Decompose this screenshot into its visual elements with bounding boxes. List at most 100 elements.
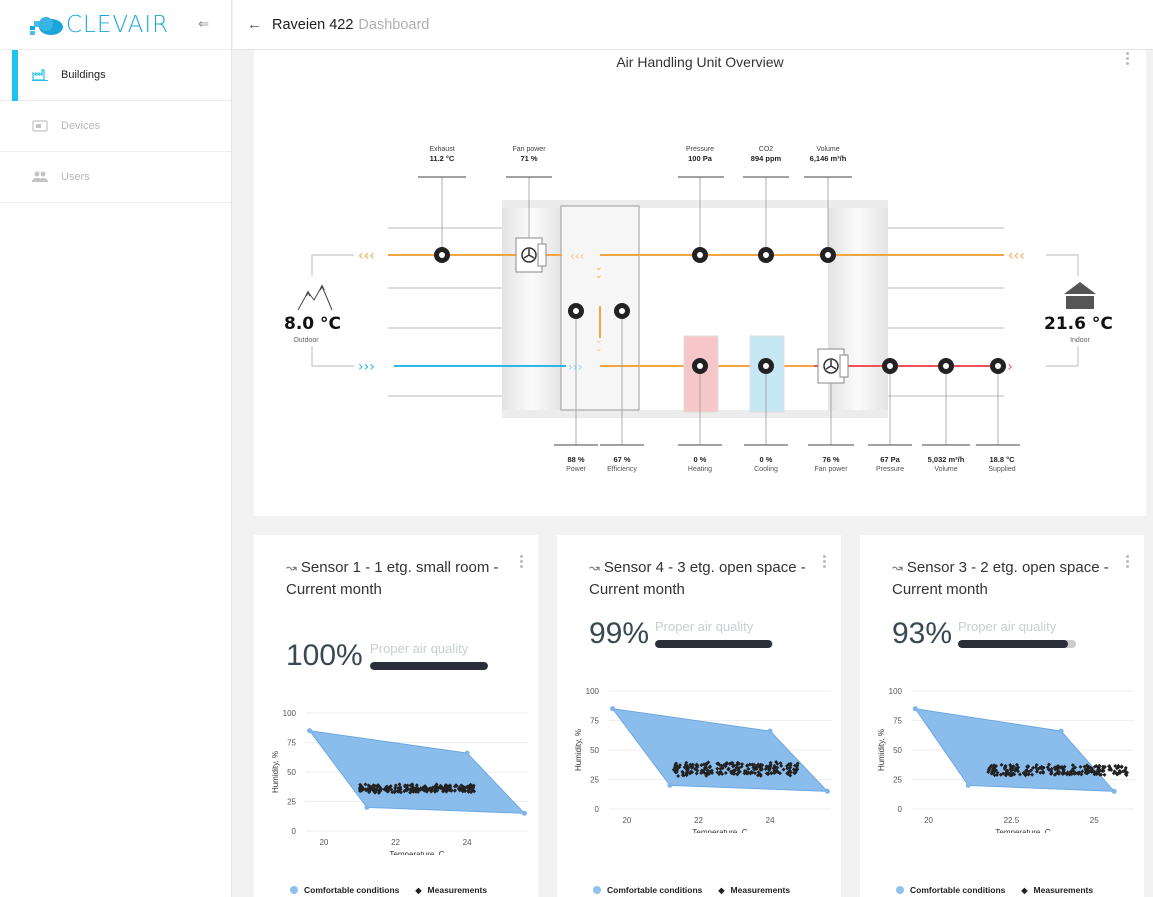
unit-casing-right <box>828 200 888 418</box>
comfort-zone-vertex <box>1111 788 1117 794</box>
exhaust-out-arrows: ‹‹‹ <box>358 248 375 264</box>
metric-label: Volume <box>816 146 840 153</box>
comfort-chart: 0 25 50 75 100 20 22.5 25 Temperature, C Humidity… <box>877 687 1134 833</box>
mountain-icon <box>297 284 333 311</box>
y-tick-label: 25 <box>893 776 902 785</box>
metric-value: 0 % <box>759 455 773 464</box>
metric-label: CO2 <box>758 146 774 153</box>
y-tick-label: 25 <box>287 798 296 807</box>
comfort-zone-vertex <box>965 782 971 788</box>
sensor-title-text: Sensor 4 - 3 etg. open space - Current m… <box>589 559 806 598</box>
sensor-menu-icon[interactable] <box>823 555 827 570</box>
trend-icon: ↝ <box>286 560 297 575</box>
collapse-sidebar-icon[interactable]: ⇐ <box>198 16 209 32</box>
metric-label: Fan power <box>512 146 546 153</box>
sidebar-item-buildings[interactable]: Buildings <box>0 50 231 101</box>
legend-comfort-label: Comfortable conditions <box>607 885 703 895</box>
outdoor-label: Outdoor <box>293 337 319 344</box>
x-tick-label: 22 <box>694 816 703 825</box>
sidebar-item-devices[interactable]: Devices <box>0 101 231 152</box>
ahu-diagram: ‹‹‹ ‹‹‹ ‹‹‹ ››› ››› ››› ⌄ ⌄ ⌄ ⌄ <box>297 176 1096 446</box>
comfort-zone-vertex <box>307 728 313 734</box>
metric-value: 71 % <box>520 154 538 163</box>
house-icon <box>1064 282 1096 309</box>
comfort-legend-marker <box>290 886 298 894</box>
metric-value: 894 ppm <box>750 154 782 163</box>
chart-legend: Comfortable conditions ◆ Measurements <box>593 885 790 895</box>
metric-value: 67 Pa <box>880 455 900 464</box>
x-tick-label: 22.5 <box>1004 816 1020 825</box>
comfort-zone-vertex <box>521 810 527 816</box>
indoor-label: Indoor <box>1070 337 1090 344</box>
metric-value: 76 % <box>822 455 840 464</box>
metric-label: Fan power <box>814 466 848 473</box>
y-axis-label: Humidity, % <box>877 729 886 771</box>
cooling-coil <box>749 335 785 413</box>
metric-value: 11.2 °C <box>429 154 455 163</box>
metric-volume-supply: 5,032 m³/h Volume <box>914 455 978 473</box>
brand: CLEVAIR ⇐ <box>0 0 231 50</box>
x-axis-label: Temperature, C <box>995 828 1050 833</box>
x-axis-label: Temperature, C <box>389 850 444 855</box>
quality-bar <box>958 640 1076 648</box>
y-tick-label: 100 <box>889 687 903 696</box>
outdoor-temp: 8.0 °C <box>284 314 342 334</box>
metric-cooling: 0 % Cooling <box>734 455 798 473</box>
chart-legend: Comfortable conditions ◆ Measurements <box>896 885 1093 895</box>
x-axis-label: Temperature, C <box>692 828 747 833</box>
intake-arrows: ››› <box>358 359 375 375</box>
cloud-logo-icon <box>30 16 63 35</box>
sidebar-item-users[interactable]: Users <box>0 152 231 203</box>
comfort-chart: 0 25 50 75 100 20 22 24 Temperature, C Humidity, … <box>271 709 528 855</box>
unit-casing-top <box>502 200 888 208</box>
brand-name: CLEVAIR <box>66 11 170 38</box>
quality-bar-fill <box>655 640 772 648</box>
comfort-legend-marker <box>896 886 904 894</box>
metric-pressure-supply: 67 Pa Pressure <box>858 455 922 473</box>
back-arrow-icon[interactable]: ← <box>247 16 262 33</box>
y-axis-label: Humidity, % <box>574 729 583 771</box>
exhaust-in-arrows: ‹‹‹ <box>1008 248 1025 264</box>
metric-value: 5,032 m³/h <box>927 455 965 464</box>
legend-measurements-label: Measurements <box>427 885 488 895</box>
sensor-card: ↝ Sensor 4 - 3 etg. open space - Current … <box>557 535 841 897</box>
measurements-legend-marker: ◆ <box>1021 885 1028 895</box>
factory-icon <box>31 68 49 82</box>
metric-label: Exhaust <box>429 146 455 153</box>
quality-label: Proper air quality <box>370 641 469 656</box>
sensor-title: ↝ Sensor 4 - 3 etg. open space - Current … <box>589 557 809 601</box>
metric-volume: Volume 6,146 m³/h <box>798 146 858 163</box>
sensor-title: ↝ Sensor 3 - 2 etg. open space - Current … <box>892 557 1112 601</box>
y-tick-label: 50 <box>893 746 902 755</box>
sensor-menu-icon[interactable] <box>1126 555 1130 570</box>
quality-bar <box>370 662 488 670</box>
heating-coil <box>683 335 719 413</box>
y-tick-label: 75 <box>893 717 902 726</box>
metric-value: 18.8 °C <box>989 455 1015 464</box>
page-title: Raveien 422 <box>272 16 354 33</box>
comfort-zone-vertex <box>767 728 773 734</box>
y-tick-label: 75 <box>590 717 599 726</box>
sensor-title-text: Sensor 3 - 2 etg. open space - Current m… <box>892 559 1109 598</box>
metric-label: Pressure <box>685 146 714 153</box>
y-tick-label: 75 <box>287 739 296 748</box>
x-tick-label: 25 <box>1090 816 1099 825</box>
chart-legend: Comfortable conditions ◆ Measurements <box>290 885 487 895</box>
y-tick-label: 0 <box>898 805 903 814</box>
x-tick-label: 22 <box>391 838 400 847</box>
x-tick-label: 24 <box>766 816 775 825</box>
y-tick-label: 50 <box>590 746 599 755</box>
x-tick-label: 20 <box>319 838 328 847</box>
sensor-title-text: Sensor 1 - 1 etg. small room - Current m… <box>286 559 499 598</box>
quality-bar-fill <box>370 662 488 670</box>
x-tick-label: 20 <box>622 816 631 825</box>
quality-bar-fill <box>958 640 1068 648</box>
measurements-legend-marker: ◆ <box>415 885 422 895</box>
bypass-arrows-top-2: ⌄ <box>595 271 603 281</box>
indoor-temp: 21.6 °C <box>1044 314 1113 334</box>
comfort-zone-vertex <box>610 706 616 712</box>
sensor-menu-icon[interactable] <box>520 555 524 570</box>
unit-casing-left <box>502 200 562 418</box>
metric-efficiency: 67 % Efficiency <box>590 455 654 473</box>
measurements-legend-marker: ◆ <box>718 885 725 895</box>
